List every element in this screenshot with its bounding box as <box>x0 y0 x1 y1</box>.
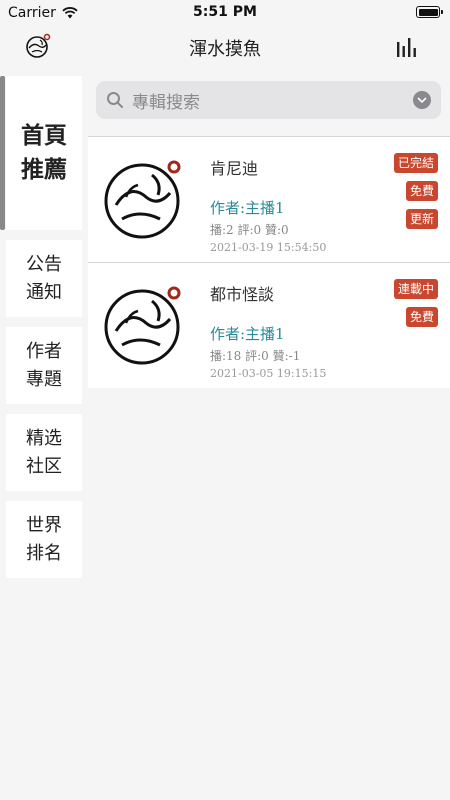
album-title: 肯尼迪 <box>210 159 259 178</box>
sidebar-item-label: 首頁 <box>21 122 67 149</box>
sidebar-item-label: 推薦 <box>21 156 67 183</box>
sidebar-item-label: 通知 <box>26 281 62 303</box>
sidebar: 首頁 推薦 公告 通知 作者 專題 精选 社区 世界 排名 <box>6 76 82 588</box>
free-badge: 免費 <box>405 307 438 327</box>
sidebar-item-ranking[interactable]: 世界 排名 <box>6 501 82 578</box>
sidebar-item-label: 公告 <box>26 253 62 275</box>
status-time: 5:51 PM <box>193 4 257 20</box>
fish-logo-icon <box>104 160 181 239</box>
bar-chart-icon[interactable] <box>396 36 418 58</box>
search-input[interactable]: 專輯搜索 <box>132 88 413 113</box>
album-date: 2021-03-05 19:15:15 <box>210 367 327 380</box>
album-stats: 播:2 評:0 贊:0 <box>210 223 289 237</box>
sidebar-active-indicator <box>0 76 5 230</box>
page-title: 渾水摸魚 <box>189 39 261 60</box>
status-bar: Carrier 5:51 PM <box>0 0 450 26</box>
update-badge: 更新 <box>405 209 438 229</box>
sidebar-item-author-topics[interactable]: 作者 專題 <box>6 327 82 404</box>
fish-logo-icon <box>104 286 181 365</box>
tag-group: 連載中 免費 <box>393 279 438 327</box>
sidebar-item-label: 精选 <box>26 427 62 449</box>
list-item[interactable]: 都市怪談 作者:主播1 播:18 評:0 贊:-1 2021-03-05 19:… <box>88 262 450 388</box>
sidebar-item-label: 社区 <box>26 455 62 477</box>
sidebar-item-label: 專題 <box>26 368 62 390</box>
sidebar-item-label: 排名 <box>26 542 62 564</box>
battery-icon <box>416 6 443 18</box>
status-badge: 連載中 <box>393 279 438 299</box>
album-stats: 播:18 評:0 贊:-1 <box>210 349 301 363</box>
album-date: 2021-03-19 15:54:50 <box>210 241 327 254</box>
sidebar-item-home[interactable]: 首頁 推薦 <box>6 76 82 230</box>
sidebar-item-community[interactable]: 精选 社区 <box>6 414 82 491</box>
sidebar-item-label: 世界 <box>26 514 62 536</box>
chevron-down-icon[interactable] <box>413 91 431 109</box>
sidebar-item-label: 作者 <box>26 340 62 362</box>
status-badge: 已完結 <box>393 153 438 173</box>
album-author: 作者:主播1 <box>210 199 285 217</box>
list-item[interactable]: 肯尼迪 作者:主播1 播:2 評:0 贊:0 2021-03-19 15:54:… <box>88 136 450 262</box>
search-bar[interactable]: 專輯搜索 <box>96 81 441 119</box>
album-author: 作者:主播1 <box>210 325 285 343</box>
free-badge: 免費 <box>405 181 438 201</box>
tag-group: 已完結 免費 更新 <box>393 153 438 229</box>
album-list: 肯尼迪 作者:主播1 播:2 評:0 贊:0 2021-03-19 15:54:… <box>88 136 450 388</box>
search-icon <box>107 92 123 108</box>
album-title: 都市怪談 <box>210 285 275 304</box>
fish-logo-icon[interactable] <box>24 32 52 60</box>
nav-bar: 渾水摸魚 <box>0 26 450 70</box>
sidebar-item-announcements[interactable]: 公告 通知 <box>6 240 82 317</box>
